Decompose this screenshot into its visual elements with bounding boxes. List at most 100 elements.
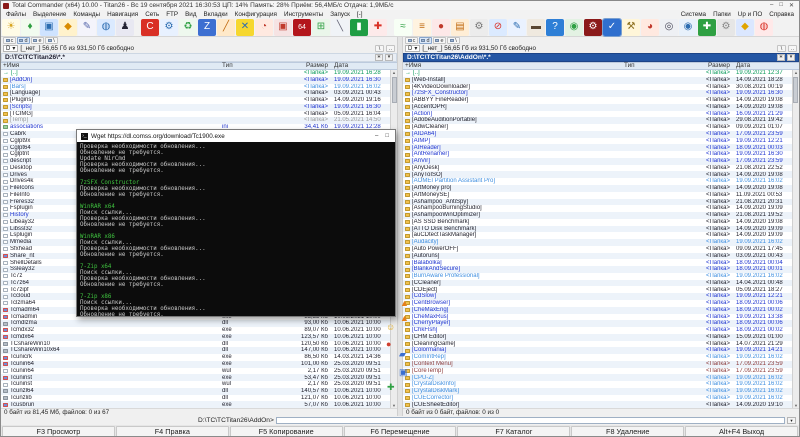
menu-item--[interactable]: [-] [354, 11, 366, 18]
file-row[interactable]: [ArtMoneySE] <Папка> 11.09.2021 00:53 [403, 192, 792, 199]
swirl-icon[interactable]: ◍ [755, 18, 773, 36]
file-row[interactable]: [Colormania] <Папка> 19.09.2021 14:21 [402, 347, 792, 355]
file-row[interactable]: Tcuninst exe 53,47 Кб 25.03.2020 09:51 [1, 374, 390, 382]
sysinfo-icon[interactable]: ⊞ [312, 18, 330, 36]
file-row[interactable]: [CentBrowser] <Папка> 18.09.2021 00:06 [403, 300, 792, 307]
menu-item-вид[interactable]: Вид [182, 11, 199, 18]
function-button-alt-f4[interactable]: Alt+F4 Выход [685, 426, 799, 436]
file-row[interactable]: [CHM Editor] <Папка> 15.09.2021 01:00 [402, 333, 792, 341]
gear-icon[interactable]: ⚙ [160, 18, 178, 36]
function-button-f3[interactable]: F3 Просмотр [2, 426, 115, 436]
gamepad-icon[interactable]: ◉ [565, 18, 583, 36]
file-row[interactable]: [Action] <Папка> 16.09.2021 21:29 [403, 111, 792, 118]
file-row[interactable]: Tcunin64 wul 2,17 Кб 25.03.2020 09:51 [1, 368, 390, 375]
menu-item-ftp[interactable]: FTP [163, 11, 181, 18]
file-row[interactable]: [Context Menu] <Папка> 17.09.2021 23:59 [402, 360, 792, 368]
help-orb-icon[interactable]: ? [546, 18, 564, 36]
scroll-down-icon[interactable]: ▼ [391, 402, 397, 408]
file-row[interactable]: [Balabolka] <Папка> 18.09.2021 00:04 [403, 259, 792, 266]
file-row[interactable]: [AccentOPR] <Папка> 14.09.2020 19:08 [402, 103, 792, 111]
parrot-icon[interactable]: ♦ [21, 18, 39, 36]
disk-icon[interactable]: ◉ [679, 18, 697, 36]
file-row[interactable]: Tcmdx32 exe 89,07 Кб 10.06.2021 10:00 [1, 327, 390, 334]
file-row[interactable]: [CoreTemp] <Папка> 17.09.2021 23:59 [403, 368, 792, 375]
monitor-icon[interactable]: ▣ [40, 18, 58, 36]
x-ball-icon[interactable]: ✕ [236, 18, 254, 36]
drive-select[interactable]: D ▾ [3, 45, 19, 53]
file-row[interactable]: [CPU-Z] <Папка> 19.09.2021 16:02 [402, 374, 792, 382]
menu-item-конфигурация[interactable]: Конфигурация [232, 11, 280, 18]
console-title-bar[interactable]: ›_ Wget https://dl.comss.org/download/Tc… [77, 130, 395, 142]
list-icon[interactable]: ≡ [413, 18, 431, 36]
column-header-size[interactable]: Размер [256, 62, 330, 69]
aida64-icon[interactable]: 64 [293, 18, 311, 36]
scrollbar-thumb[interactable] [793, 76, 799, 103]
file-row[interactable]: [auCDtectTaskManager] <Папка> 14.09.2020 1… [403, 232, 792, 239]
column-header-date[interactable]: Дата [732, 62, 792, 69]
file-row[interactable]: [CheMaxEng] <Папка> 18.09.2021 00:02 [402, 306, 792, 314]
file-row[interactable]: [AIMP] <Папка> 19.09.2021 12:21 [403, 138, 792, 145]
root-button[interactable]: \ [776, 45, 786, 53]
file-row[interactable]: [AdwCleaner] <Папка> 09.09.2021 01:07 [403, 124, 792, 131]
wget-console-window[interactable]: ›_ Wget https://dl.comss.org/download/Tc… [76, 129, 396, 317]
pie-chart-icon[interactable]: ◕ [641, 18, 659, 36]
function-button-f4[interactable]: F4 Правка [115, 426, 229, 436]
file-row[interactable]: Tcuninst wul 2,17 Кб 25.03.2020 09:51 [1, 381, 390, 388]
file-row[interactable]: [AntRenamer] <Папка> 19.09.2021 16:30 [403, 151, 792, 158]
file-row[interactable]: [CrystalDiskMark] <Папка> 19.09.2021 16:02 [402, 387, 792, 395]
menu-item-файлы[interactable]: Файлы [3, 11, 29, 18]
drive-button-d[interactable]: d [17, 37, 30, 45]
file-row[interactable]: [CDEject] <Папка> 05.09.2021 18:27 [403, 286, 792, 293]
function-button-f8[interactable]: F8 Удаление [571, 426, 685, 436]
file-row[interactable]: Tcmdx64 exe 123,57 Кб 10.06.2021 10:00 [1, 333, 390, 341]
scrollbar-thumb[interactable] [391, 76, 397, 103]
zip-z-icon[interactable]: Z [198, 18, 216, 36]
wrench-icon[interactable]: ╲ [331, 18, 349, 36]
menu-item-папки[interactable]: Папки [710, 11, 734, 18]
menu-item-запуск[interactable]: Запуск [327, 11, 353, 18]
file-row[interactable]: Tcunin64 exe 101,00 Кб 25.03.2020 09:51 [1, 360, 390, 368]
parent-dir-button[interactable]: .. [386, 45, 395, 53]
drive-button-net[interactable]: \ [446, 37, 460, 45]
file-row[interactable]: [AshampooBurningStudio] <Папка> 14.09.2020… [403, 205, 792, 212]
column-header-name[interactable]: +Имя [403, 62, 624, 69]
paw-icon[interactable]: ● [432, 18, 450, 36]
file-row[interactable]: Tcmdlzma dll 93,00 Кб 10.06.2021 10:00 [1, 320, 390, 328]
file-row[interactable]: [Language] <Папка> 03.09.2021 00:43 [1, 90, 390, 98]
chart-icon[interactable]: ▮ [350, 18, 368, 36]
file-row[interactable]: [CherryPlayer] <Папка> 18.09.2021 00:06 [402, 320, 792, 328]
file-row[interactable]: [AddOn] <Папка> 19.09.2021 16:30 [1, 76, 390, 84]
file-row[interactable]: Tcusbrun exe 57,07 Кб 10.06.2021 10:00 [1, 401, 390, 409]
block-globe-icon[interactable]: ⊘ [489, 18, 507, 36]
file-row[interactable]: [AOMEI Partition Assistant Pro] <Папка> 19… [403, 178, 792, 185]
history-button[interactable]: ∗ [375, 53, 383, 61]
file-row[interactable]: Tcunicrk exe 86,50 Кб 14.03.2021 14:36 [1, 354, 390, 361]
column-header-type[interactable]: Тип [624, 62, 658, 69]
engine-gear-icon[interactable]: ⚙ [584, 18, 602, 36]
console-minimize-button[interactable]: – [375, 133, 378, 139]
root-button[interactable]: \ [375, 45, 384, 53]
file-row[interactable]: [4KVideoDownloader] <Папка> 30.08.2021 00:… [403, 84, 792, 91]
file-row[interactable]: [Temp] <Папка> 21.05.2021 14:50 [1, 117, 390, 125]
drive-button-c[interactable]: c [404, 37, 418, 45]
file-row[interactable]: [ATTO Disk Benchmark] <Папка> 14.09.2020 1… [402, 225, 792, 233]
file-row[interactable]: → [..] <Папка> 19.09.2021 16:28 [1, 70, 390, 77]
file-row[interactable]: [Bars] <Папка> 19.09.2021 16:02 [1, 84, 390, 91]
minimize-button[interactable]: – [770, 2, 773, 9]
drive-button-e[interactable]: e [432, 37, 446, 45]
file-row[interactable]: [Web-Install] <Папка> 14.09.2021 18:28 [402, 76, 792, 84]
file-row[interactable]: [CleaningGame] <Папка> 14.07.2021 21:29 [403, 341, 792, 348]
gears-icon[interactable]: ⚙ [470, 18, 488, 36]
file-row[interactable]: [CCleaner] <Папка> 14.04.2021 00:48 [402, 279, 792, 287]
function-button-f5[interactable]: F5 Копирование [229, 426, 343, 436]
history-button[interactable]: ∗ [776, 53, 785, 61]
file-row[interactable]: [Ashampoo_AntiSpy] <Папка> 21.08.2021 20:3… [402, 198, 792, 206]
menu-item-инструменты[interactable]: Инструменты [281, 11, 326, 18]
file-row[interactable]: [AnyDesk] <Папка> 21.08.2021 22:52 [403, 165, 792, 172]
file-row[interactable]: [ArtMoney pro] <Папка> 14.09.2020 19:08 [402, 184, 792, 192]
feather-icon[interactable]: ≈ [394, 18, 412, 36]
scroll-up-icon[interactable]: ▲ [793, 70, 799, 76]
recycle-icon[interactable]: ♻ [179, 18, 197, 36]
settings-gears-icon[interactable]: ⚙ [717, 18, 735, 36]
file-row[interactable]: [BurnAware Professional] <Папка> 19.09.202… [403, 273, 792, 280]
